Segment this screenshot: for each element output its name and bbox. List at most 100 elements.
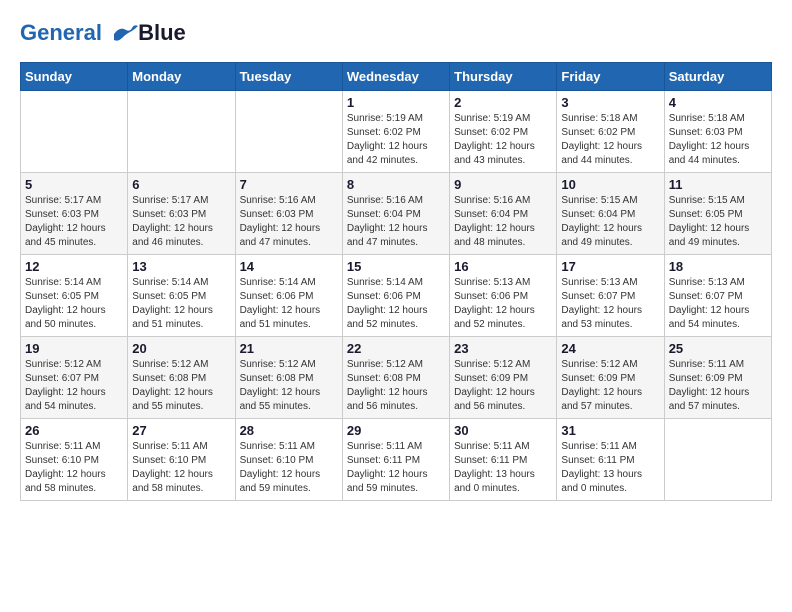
day-cell <box>128 91 235 173</box>
day-number: 20 <box>132 341 230 356</box>
day-info: Sunrise: 5:11 AM Sunset: 6:09 PM Dayligh… <box>669 358 767 414</box>
day-info: Sunrise: 5:12 AM Sunset: 6:09 PM Dayligh… <box>454 358 552 414</box>
day-info: Sunrise: 5:16 AM Sunset: 6:04 PM Dayligh… <box>454 194 552 250</box>
week-row-4: 19Sunrise: 5:12 AM Sunset: 6:07 PM Dayli… <box>21 337 772 419</box>
day-number: 22 <box>347 341 445 356</box>
logo-general: General <box>20 20 102 45</box>
header: General Blue <box>20 20 772 46</box>
day-number: 17 <box>561 259 659 274</box>
day-info: Sunrise: 5:12 AM Sunset: 6:07 PM Dayligh… <box>25 358 123 414</box>
day-cell: 18 Sunrise: 5:13 AM Sunset: 6:07 PM Dayli… <box>664 255 771 337</box>
day-info: Sunrise: 5:14 AM Sunset: 6:06 PM Dayligh… <box>347 276 445 332</box>
day-number: 3 <box>561 95 659 110</box>
day-number: 15 <box>347 259 445 274</box>
day-info: Sunrise: 5:12 AM Sunset: 6:08 PM Dayligh… <box>132 358 230 414</box>
day-info: Sunrise: 5:13 AM Sunset: 6:07 PM Dayligh… <box>669 276 767 332</box>
weekday-sunday: Sunday <box>21 63 128 91</box>
day-number: 4 <box>669 95 767 110</box>
day-cell: 10 Sunrise: 5:15 AM Sunset: 6:04 PM Dayli… <box>557 173 664 255</box>
day-info: Sunrise: 5:17 AM Sunset: 6:03 PM Dayligh… <box>25 194 123 250</box>
day-number: 10 <box>561 177 659 192</box>
day-cell: 4 Sunrise: 5:18 AM Sunset: 6:03 PM Daylig… <box>664 91 771 173</box>
day-info: Sunrise: 5:15 AM Sunset: 6:04 PM Dayligh… <box>561 194 659 250</box>
day-number: 21 <box>240 341 338 356</box>
day-cell: 23Sunrise: 5:12 AM Sunset: 6:09 PM Dayli… <box>450 337 557 419</box>
day-info: Sunrise: 5:14 AM Sunset: 6:06 PM Dayligh… <box>240 276 338 332</box>
day-cell: 5Sunrise: 5:17 AM Sunset: 6:03 PM Daylig… <box>21 173 128 255</box>
day-cell: 11 Sunrise: 5:15 AM Sunset: 6:05 PM Dayli… <box>664 173 771 255</box>
day-info: Sunrise: 5:11 AM Sunset: 6:11 PM Dayligh… <box>561 440 659 496</box>
day-number: 24 <box>561 341 659 356</box>
day-info: Sunrise: 5:12 AM Sunset: 6:09 PM Dayligh… <box>561 358 659 414</box>
day-number: 2 <box>454 95 552 110</box>
day-cell <box>21 91 128 173</box>
day-cell: 27 Sunrise: 5:11 AM Sunset: 6:10 PM Dayli… <box>128 419 235 501</box>
logo-bird-icon <box>112 24 140 44</box>
day-info: Sunrise: 5:15 AM Sunset: 6:05 PM Dayligh… <box>669 194 767 250</box>
day-info: Sunrise: 5:14 AM Sunset: 6:05 PM Dayligh… <box>25 276 123 332</box>
day-cell: 22Sunrise: 5:12 AM Sunset: 6:08 PM Dayli… <box>342 337 449 419</box>
day-cell <box>664 419 771 501</box>
day-number: 16 <box>454 259 552 274</box>
day-info: Sunrise: 5:13 AM Sunset: 6:07 PM Dayligh… <box>561 276 659 332</box>
day-cell: 3Sunrise: 5:18 AM Sunset: 6:02 PM Daylig… <box>557 91 664 173</box>
day-info: Sunrise: 5:11 AM Sunset: 6:10 PM Dayligh… <box>25 440 123 496</box>
day-cell: 30 Sunrise: 5:11 AM Sunset: 6:11 PM Dayli… <box>450 419 557 501</box>
weekday-thursday: Thursday <box>450 63 557 91</box>
day-cell: 28 Sunrise: 5:11 AM Sunset: 6:10 PM Dayli… <box>235 419 342 501</box>
weekday-saturday: Saturday <box>664 63 771 91</box>
day-number: 12 <box>25 259 123 274</box>
day-number: 25 <box>669 341 767 356</box>
day-info: Sunrise: 5:11 AM Sunset: 6:10 PM Dayligh… <box>240 440 338 496</box>
day-info: Sunrise: 5:16 AM Sunset: 6:04 PM Dayligh… <box>347 194 445 250</box>
day-info: Sunrise: 5:19 AM Sunset: 6:02 PM Dayligh… <box>454 112 552 168</box>
day-cell: 29 Sunrise: 5:11 AM Sunset: 6:11 PM Dayli… <box>342 419 449 501</box>
day-number: 29 <box>347 423 445 438</box>
day-cell: 26Sunrise: 5:11 AM Sunset: 6:10 PM Dayli… <box>21 419 128 501</box>
day-number: 27 <box>132 423 230 438</box>
day-cell: 6Sunrise: 5:17 AM Sunset: 6:03 PM Daylig… <box>128 173 235 255</box>
day-number: 11 <box>669 177 767 192</box>
day-info: Sunrise: 5:18 AM Sunset: 6:03 PM Dayligh… <box>669 112 767 168</box>
day-cell: 9 Sunrise: 5:16 AM Sunset: 6:04 PM Daylig… <box>450 173 557 255</box>
day-number: 8 <box>347 177 445 192</box>
logo: General Blue <box>20 20 186 46</box>
day-cell: 12 Sunrise: 5:14 AM Sunset: 6:05 PM Dayli… <box>21 255 128 337</box>
day-cell: 13 Sunrise: 5:14 AM Sunset: 6:05 PM Dayli… <box>128 255 235 337</box>
day-number: 9 <box>454 177 552 192</box>
day-cell: 20 Sunrise: 5:12 AM Sunset: 6:08 PM Dayli… <box>128 337 235 419</box>
day-cell: 31 Sunrise: 5:11 AM Sunset: 6:11 PM Dayli… <box>557 419 664 501</box>
week-row-5: 26Sunrise: 5:11 AM Sunset: 6:10 PM Dayli… <box>21 419 772 501</box>
day-info: Sunrise: 5:11 AM Sunset: 6:11 PM Dayligh… <box>347 440 445 496</box>
week-row-3: 12 Sunrise: 5:14 AM Sunset: 6:05 PM Dayli… <box>21 255 772 337</box>
day-cell: 2 Sunrise: 5:19 AM Sunset: 6:02 PM Daylig… <box>450 91 557 173</box>
day-info: Sunrise: 5:11 AM Sunset: 6:10 PM Dayligh… <box>132 440 230 496</box>
week-row-2: 5Sunrise: 5:17 AM Sunset: 6:03 PM Daylig… <box>21 173 772 255</box>
day-info: Sunrise: 5:13 AM Sunset: 6:06 PM Dayligh… <box>454 276 552 332</box>
day-cell: 24 Sunrise: 5:12 AM Sunset: 6:09 PM Dayli… <box>557 337 664 419</box>
weekday-tuesday: Tuesday <box>235 63 342 91</box>
day-number: 6 <box>132 177 230 192</box>
day-number: 28 <box>240 423 338 438</box>
day-number: 14 <box>240 259 338 274</box>
day-info: Sunrise: 5:16 AM Sunset: 6:03 PM Dayligh… <box>240 194 338 250</box>
day-cell: 8 Sunrise: 5:16 AM Sunset: 6:04 PM Daylig… <box>342 173 449 255</box>
day-number: 31 <box>561 423 659 438</box>
day-cell: 7Sunrise: 5:16 AM Sunset: 6:03 PM Daylig… <box>235 173 342 255</box>
day-info: Sunrise: 5:11 AM Sunset: 6:11 PM Dayligh… <box>454 440 552 496</box>
day-cell: 14 Sunrise: 5:14 AM Sunset: 6:06 PM Dayli… <box>235 255 342 337</box>
day-cell: 1 Sunrise: 5:19 AM Sunset: 6:02 PM Daylig… <box>342 91 449 173</box>
day-cell: 15 Sunrise: 5:14 AM Sunset: 6:06 PM Dayli… <box>342 255 449 337</box>
day-number: 1 <box>347 95 445 110</box>
day-info: Sunrise: 5:12 AM Sunset: 6:08 PM Dayligh… <box>240 358 338 414</box>
logo-blue: Blue <box>138 20 186 46</box>
weekday-friday: Friday <box>557 63 664 91</box>
day-info: Sunrise: 5:19 AM Sunset: 6:02 PM Dayligh… <box>347 112 445 168</box>
day-cell <box>235 91 342 173</box>
day-cell: 21 Sunrise: 5:12 AM Sunset: 6:08 PM Dayli… <box>235 337 342 419</box>
day-number: 13 <box>132 259 230 274</box>
day-cell: 19Sunrise: 5:12 AM Sunset: 6:07 PM Dayli… <box>21 337 128 419</box>
day-info: Sunrise: 5:14 AM Sunset: 6:05 PM Dayligh… <box>132 276 230 332</box>
day-number: 18 <box>669 259 767 274</box>
day-number: 30 <box>454 423 552 438</box>
